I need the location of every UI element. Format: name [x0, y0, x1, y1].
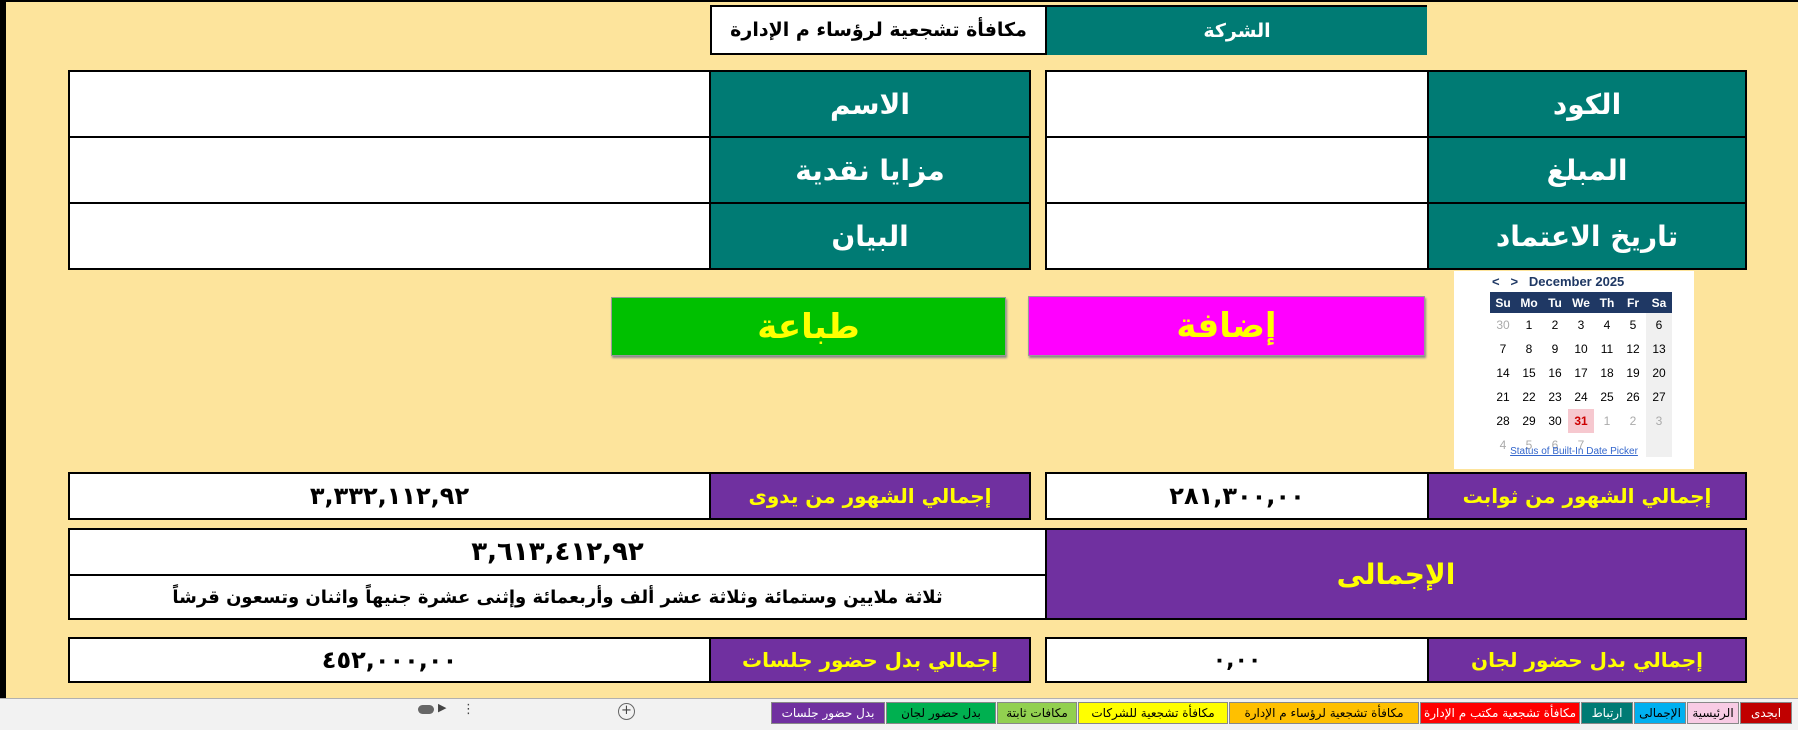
tab-scroll-right-icon[interactable]: ▶: [438, 701, 446, 714]
sheet-tab[interactable]: الرئيسية: [1687, 702, 1739, 724]
cash-benefits-label: مزايا نقدية: [709, 136, 1031, 204]
manual-months-total-value: ٣,٣٣٢,١١٢,٩٢: [68, 472, 711, 520]
sheet-tab[interactable]: ارتباط: [1581, 702, 1633, 724]
weekday-header: Mo: [1516, 292, 1542, 313]
date-picker-status-link[interactable]: Status of Built-In Date Picker: [1454, 446, 1694, 457]
calendar-day[interactable]: 26: [1620, 385, 1646, 409]
sheet-tab[interactable]: مكافأة تشجعية للشركات: [1078, 702, 1228, 724]
calendar-day[interactable]: 21: [1490, 385, 1516, 409]
calendar-grid: Su Mo Tu We Th Fr Sa 30 1 2 3 4 5 6 7 8 9 10 11 12 13 14 15 16…: [1490, 292, 1672, 457]
calendar-day[interactable]: 7: [1490, 337, 1516, 361]
grand-total-label: الإجمالى: [1045, 528, 1747, 620]
weekday-header: Sa: [1646, 292, 1672, 313]
sheet-tab[interactable]: الإجمالى: [1634, 702, 1686, 724]
calendar-day[interactable]: 2: [1620, 409, 1646, 433]
name-label: الاسم: [709, 70, 1031, 138]
calendar-day[interactable]: 25: [1594, 385, 1620, 409]
sheet-tab[interactable]: ابجدى: [1740, 702, 1792, 724]
manual-months-total-label: إجمالي الشهور من يدوى: [709, 472, 1031, 520]
calendar-day[interactable]: 12: [1620, 337, 1646, 361]
calendar-day[interactable]: 16: [1542, 361, 1568, 385]
calendar-day[interactable]: 4: [1594, 313, 1620, 337]
date-picker[interactable]: < > December 2025 Su Mo Tu We Th Fr Sa 30 1 2 3 4 5…: [1454, 271, 1694, 469]
date-input[interactable]: [1045, 202, 1429, 270]
calendar-day[interactable]: 22: [1516, 385, 1542, 409]
sheet-tab[interactable]: مكافات ثابتة: [997, 702, 1077, 724]
calendar-day[interactable]: 11: [1594, 337, 1620, 361]
add-button[interactable]: إضافة: [1028, 296, 1425, 356]
more-icon[interactable]: ⋮: [462, 702, 475, 717]
tab-scroll-handle[interactable]: [418, 705, 434, 714]
code-label: الكود: [1427, 70, 1747, 138]
calendar-day[interactable]: 9: [1542, 337, 1568, 361]
sessions-allowance-total-label: إجمالي بدل حضور جلسات: [709, 637, 1031, 683]
fixed-months-total-label: إجمالي الشهور من ثوابت: [1427, 472, 1747, 520]
calendar-day[interactable]: 30: [1490, 313, 1516, 337]
weekday-header: Tu: [1542, 292, 1568, 313]
next-month-button[interactable]: >: [1510, 274, 1518, 289]
amount-label: المبلغ: [1427, 136, 1747, 204]
fixed-months-total-value: ٢٨١,٣٠٠,٠٠: [1045, 472, 1429, 520]
date-label: تاريخ الاعتماد: [1427, 202, 1747, 270]
sessions-allowance-total-value: ٤٥٢,٠٠٠,٠٠: [68, 637, 711, 683]
calendar-day[interactable]: 31: [1568, 409, 1594, 433]
cash-benefits-input[interactable]: [68, 136, 711, 204]
sheet-tab[interactable]: بدل حضور جلسات: [771, 702, 885, 724]
weekday-header: Fr: [1620, 292, 1646, 313]
weekday-header: Th: [1594, 292, 1620, 313]
calendar-day[interactable]: 2: [1542, 313, 1568, 337]
grand-total-in-words: ثلاثة ملايين وستمائة وثلاثة عشر ألف وأرب…: [68, 574, 1047, 620]
committee-allowance-total-value: ٠,٠٠: [1045, 637, 1429, 683]
calendar-day[interactable]: 19: [1620, 361, 1646, 385]
sheet-tab[interactable]: مكافأة تشجعية مكتب م الإدارة: [1420, 702, 1580, 724]
calendar-day[interactable]: 3: [1646, 409, 1672, 433]
sheet-tab-bar: ▶ ⋮ + ابجدى الرئيسية الإجمالى ارتباط مكافأة …: [0, 698, 1798, 730]
calendar-month: December 2025: [1528, 274, 1625, 289]
calendar-day[interactable]: 1: [1516, 313, 1542, 337]
description-label: البيان: [709, 202, 1031, 270]
add-sheet-button[interactable]: +: [618, 703, 635, 720]
calendar-day[interactable]: 20: [1646, 361, 1672, 385]
calendar-day[interactable]: 28: [1490, 409, 1516, 433]
form-title: مكافأة تشجعية لرؤساء م الإدارة: [710, 5, 1047, 55]
description-input[interactable]: [68, 202, 711, 270]
calendar-day[interactable]: 29: [1516, 409, 1542, 433]
sheet-tab[interactable]: مكافأة تشجعية لرؤساء م الإدارة: [1229, 702, 1419, 724]
calendar-day[interactable]: 3: [1568, 313, 1594, 337]
calendar-day[interactable]: 5: [1620, 313, 1646, 337]
name-input[interactable]: [68, 70, 711, 138]
calendar-day[interactable]: 1: [1594, 409, 1620, 433]
calendar-day[interactable]: 15: [1516, 361, 1542, 385]
print-button[interactable]: طباعة: [611, 297, 1006, 356]
calendar-day[interactable]: 8: [1516, 337, 1542, 361]
code-input[interactable]: [1045, 70, 1429, 138]
calendar-day[interactable]: 17: [1568, 361, 1594, 385]
committee-allowance-total-label: إجمالي بدل حضور لجان: [1427, 637, 1747, 683]
calendar-day[interactable]: 14: [1490, 361, 1516, 385]
calendar-day[interactable]: 27: [1646, 385, 1672, 409]
calendar-day[interactable]: 24: [1568, 385, 1594, 409]
calendar-day[interactable]: 18: [1594, 361, 1620, 385]
calendar-day[interactable]: 23: [1542, 385, 1568, 409]
weekday-header: We: [1568, 292, 1594, 313]
weekday-header: Su: [1490, 292, 1516, 313]
amount-input[interactable]: [1045, 136, 1429, 204]
sheet-tab[interactable]: بدل حضور لجان: [886, 702, 996, 724]
prev-month-button[interactable]: <: [1492, 274, 1500, 289]
calendar-day[interactable]: 6: [1646, 313, 1672, 337]
calendar-day[interactable]: 10: [1568, 337, 1594, 361]
calendar-day[interactable]: 13: [1646, 337, 1672, 361]
calendar-day[interactable]: 30: [1542, 409, 1568, 433]
company-label: الشركة: [1047, 5, 1427, 55]
grand-total-value: ٣,٦١٣,٤١٢,٩٢: [68, 528, 1047, 576]
